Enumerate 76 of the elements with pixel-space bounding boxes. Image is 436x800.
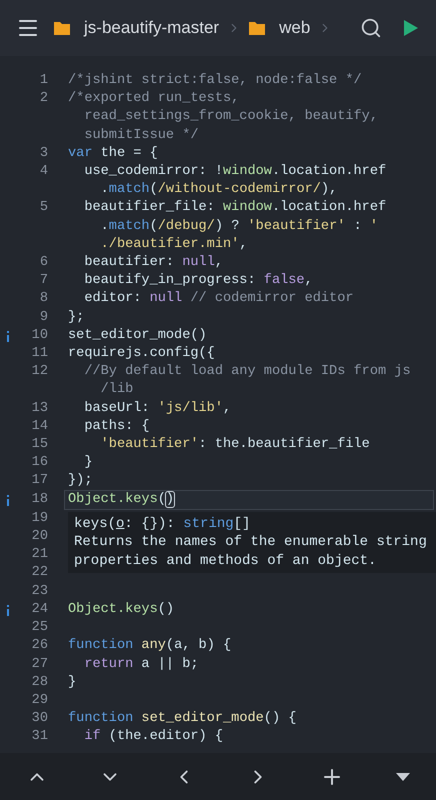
line-number: 4 [40, 164, 48, 180]
code-line: read_settings_from_cookie, beautify, [83, 109, 378, 124]
line-number: 9 [40, 310, 48, 325]
line-number: 6 [40, 255, 48, 270]
line-number: 8 [40, 291, 48, 306]
folder-icon [249, 21, 266, 35]
code-line: /*exported run_tests, [68, 91, 240, 106]
line-number: 23 [32, 584, 48, 599]
line-number: 11 [32, 346, 48, 362]
folder-icon [54, 21, 70, 35]
line-number: 30 [32, 711, 48, 726]
breadcrumb-folder[interactable]: js-beautify-master [54, 15, 220, 41]
code-line: beautifier: null, [83, 255, 224, 270]
line-number: 26 [32, 638, 48, 654]
line-number: 13 [32, 400, 48, 416]
code-line: baseUrl: 'js/lib', [83, 400, 232, 416]
code-line: } [68, 674, 76, 690]
code-line: .match(/debug/) ? 'beautifier' : ' [100, 218, 378, 234]
line-number: 28 [32, 674, 48, 690]
line-number: 20 [32, 529, 48, 544]
line-number: 5 [40, 200, 48, 216]
line-number: 2 [40, 91, 48, 106]
code-line: .match(/without-codemirror/), [100, 182, 338, 198]
info-icon [6, 330, 10, 342]
tooltip-description: Returns the names of the enumerable string properties and methods of an object. [74, 533, 428, 570]
code-line: use_codemirror: !window.location.href [83, 164, 386, 180]
line-number: 15 [32, 437, 48, 452]
code-line: return a || b; [83, 656, 199, 672]
search-icon [360, 17, 382, 39]
code-line: paths: { [83, 418, 150, 434]
code-line: Object.keys() [68, 492, 174, 507]
code-line: }; [68, 310, 84, 325]
breadcrumb-folder[interactable]: web [249, 15, 310, 41]
code-line: editor: null // codemirror editor [83, 291, 354, 306]
tooltip-signature: keys(o: {}): string[] [74, 514, 252, 534]
line-number: 17 [32, 473, 48, 488]
info-icon [6, 494, 10, 506]
code-line: Object.keys() [68, 602, 174, 617]
line-number: 19 [32, 510, 48, 526]
code-line: /*jshint strict:false, node:false */ [68, 73, 362, 88]
code-line: submitIssue */ [83, 128, 199, 143]
line-number: 22 [32, 565, 48, 580]
line-number: 25 [32, 620, 48, 636]
line-number: 24 [32, 602, 48, 617]
code-line: beautifier_file: window.location.href [83, 200, 386, 216]
code-line: function set_editor_mode() { [68, 711, 296, 726]
line-number: 14 [32, 418, 48, 434]
code-line: /lib [100, 382, 134, 398]
run-button[interactable] [404, 20, 418, 36]
code-line: set_editor_mode() [68, 328, 207, 343]
code-line: }); [68, 473, 92, 488]
code-line: if (the.editor) { [83, 729, 224, 744]
line-number: 29 [32, 692, 48, 708]
line-number: 7 [40, 273, 48, 288]
line-number: 3 [40, 146, 48, 161]
code-line: var the = { [68, 146, 158, 161]
line-number: 31 [32, 729, 48, 744]
code-line: ./beautifier.min', [100, 236, 248, 252]
line-number: 1 [40, 73, 48, 88]
caret-down-icon [396, 772, 410, 780]
line-number: 16 [32, 455, 48, 470]
code-line: requirejs.config({ [68, 346, 215, 362]
code-line: beautify_in_progress: false, [83, 273, 313, 288]
line-number: 10 [32, 328, 48, 343]
line-number: 18 [32, 492, 48, 507]
more-button[interactable] [396, 772, 410, 780]
code-line: 'beautifier': the.beautifier_file [100, 437, 370, 452]
info-icon [6, 604, 10, 616]
code-line: } [83, 455, 92, 470]
line-number: 21 [32, 547, 48, 562]
line-number: 27 [32, 656, 48, 672]
play-icon [404, 20, 418, 36]
search-button[interactable] [360, 17, 382, 39]
code-line: function any(a, b) { [68, 638, 232, 654]
line-number: 12 [32, 364, 48, 380]
code-line: //By default load any module IDs from js [83, 364, 411, 380]
